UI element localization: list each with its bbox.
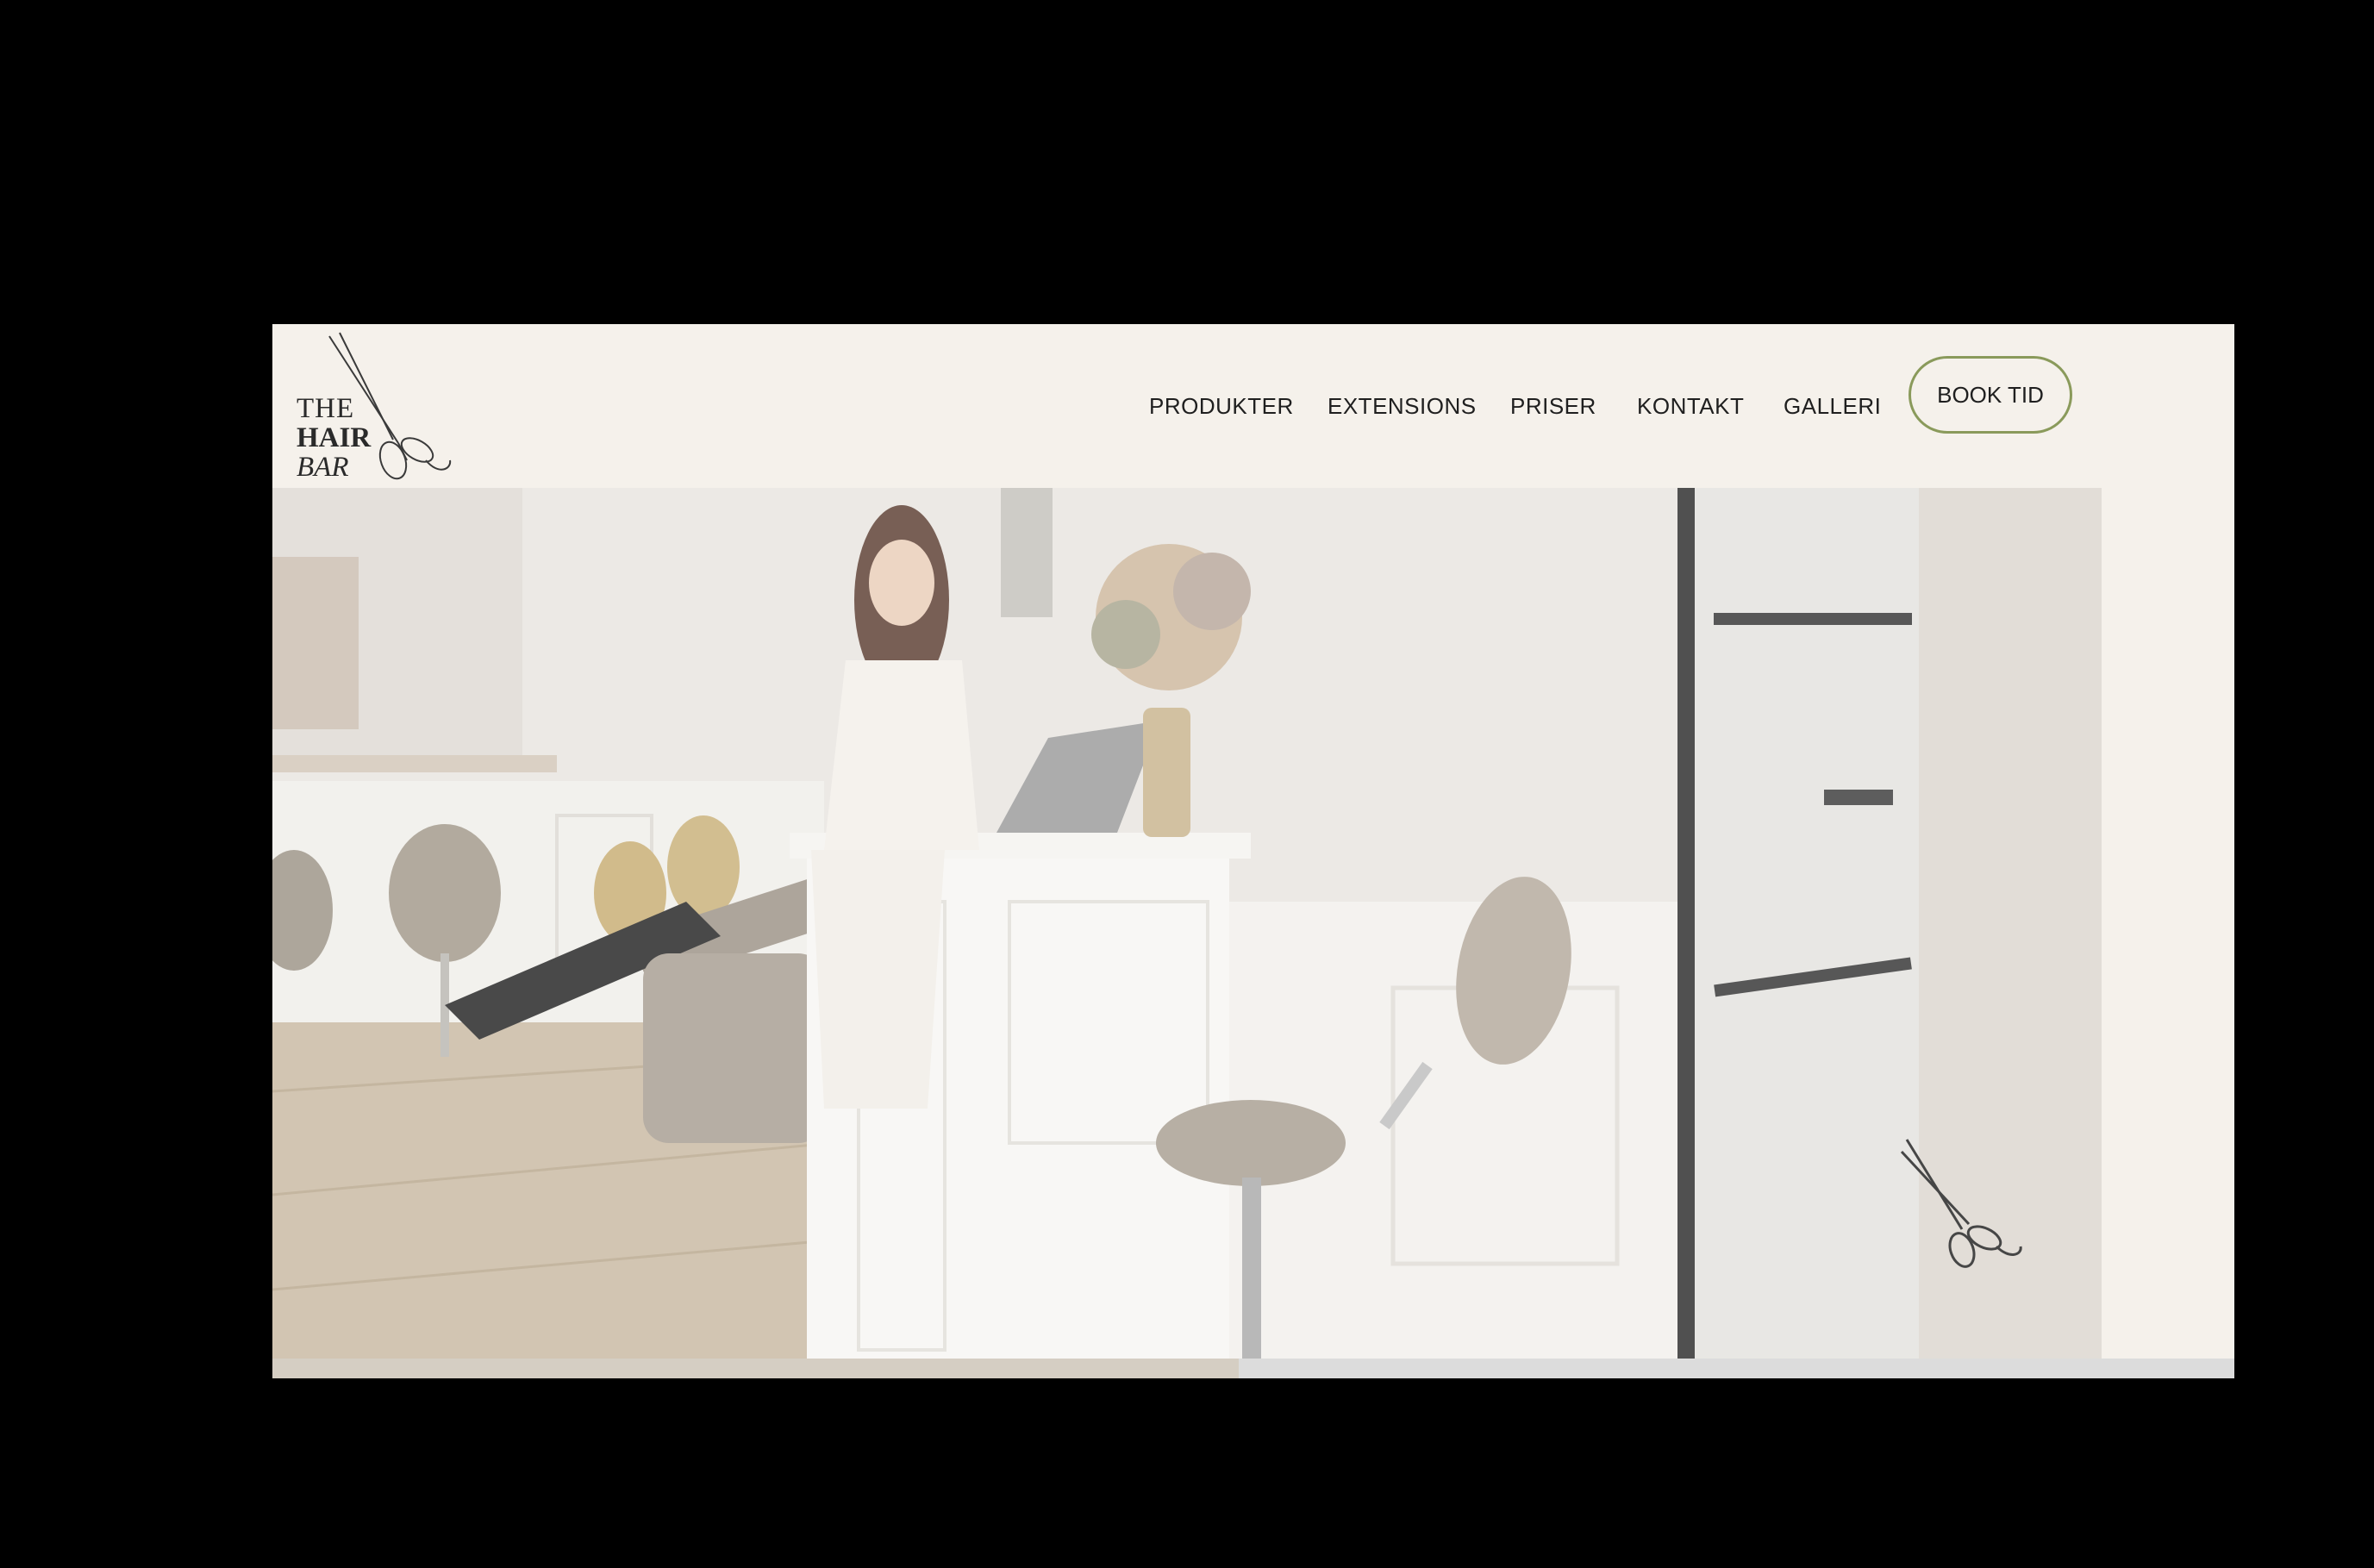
bottom-strip-right <box>1239 1359 2234 1378</box>
nav-item-kontakt[interactable]: KONTAKT <box>1637 384 1744 428</box>
nav-item-priser[interactable]: PRISER <box>1510 384 1596 428</box>
book-appointment-button[interactable]: BOOK TID <box>1909 356 2072 434</box>
hero-image <box>272 488 2102 1359</box>
nav-item-galleri[interactable]: GALLERI <box>1784 384 1881 428</box>
nav-item-extensions[interactable]: EXTENSIONS <box>1328 384 1477 428</box>
site-header: THE HAIR BAR PRODUKTER EXTENSIONS PRISER… <box>272 324 2102 488</box>
bottom-strip-left <box>272 1359 1239 1378</box>
main-nav: PRODUKTER EXTENSIONS PRISER KONTAKT GALL… <box>272 324 2102 488</box>
nav-item-produkter[interactable]: PRODUKTER <box>1149 384 1294 428</box>
salon-photo <box>272 488 2102 1359</box>
website-frame: THE HAIR BAR PRODUKTER EXTENSIONS PRISER… <box>272 324 2234 1378</box>
